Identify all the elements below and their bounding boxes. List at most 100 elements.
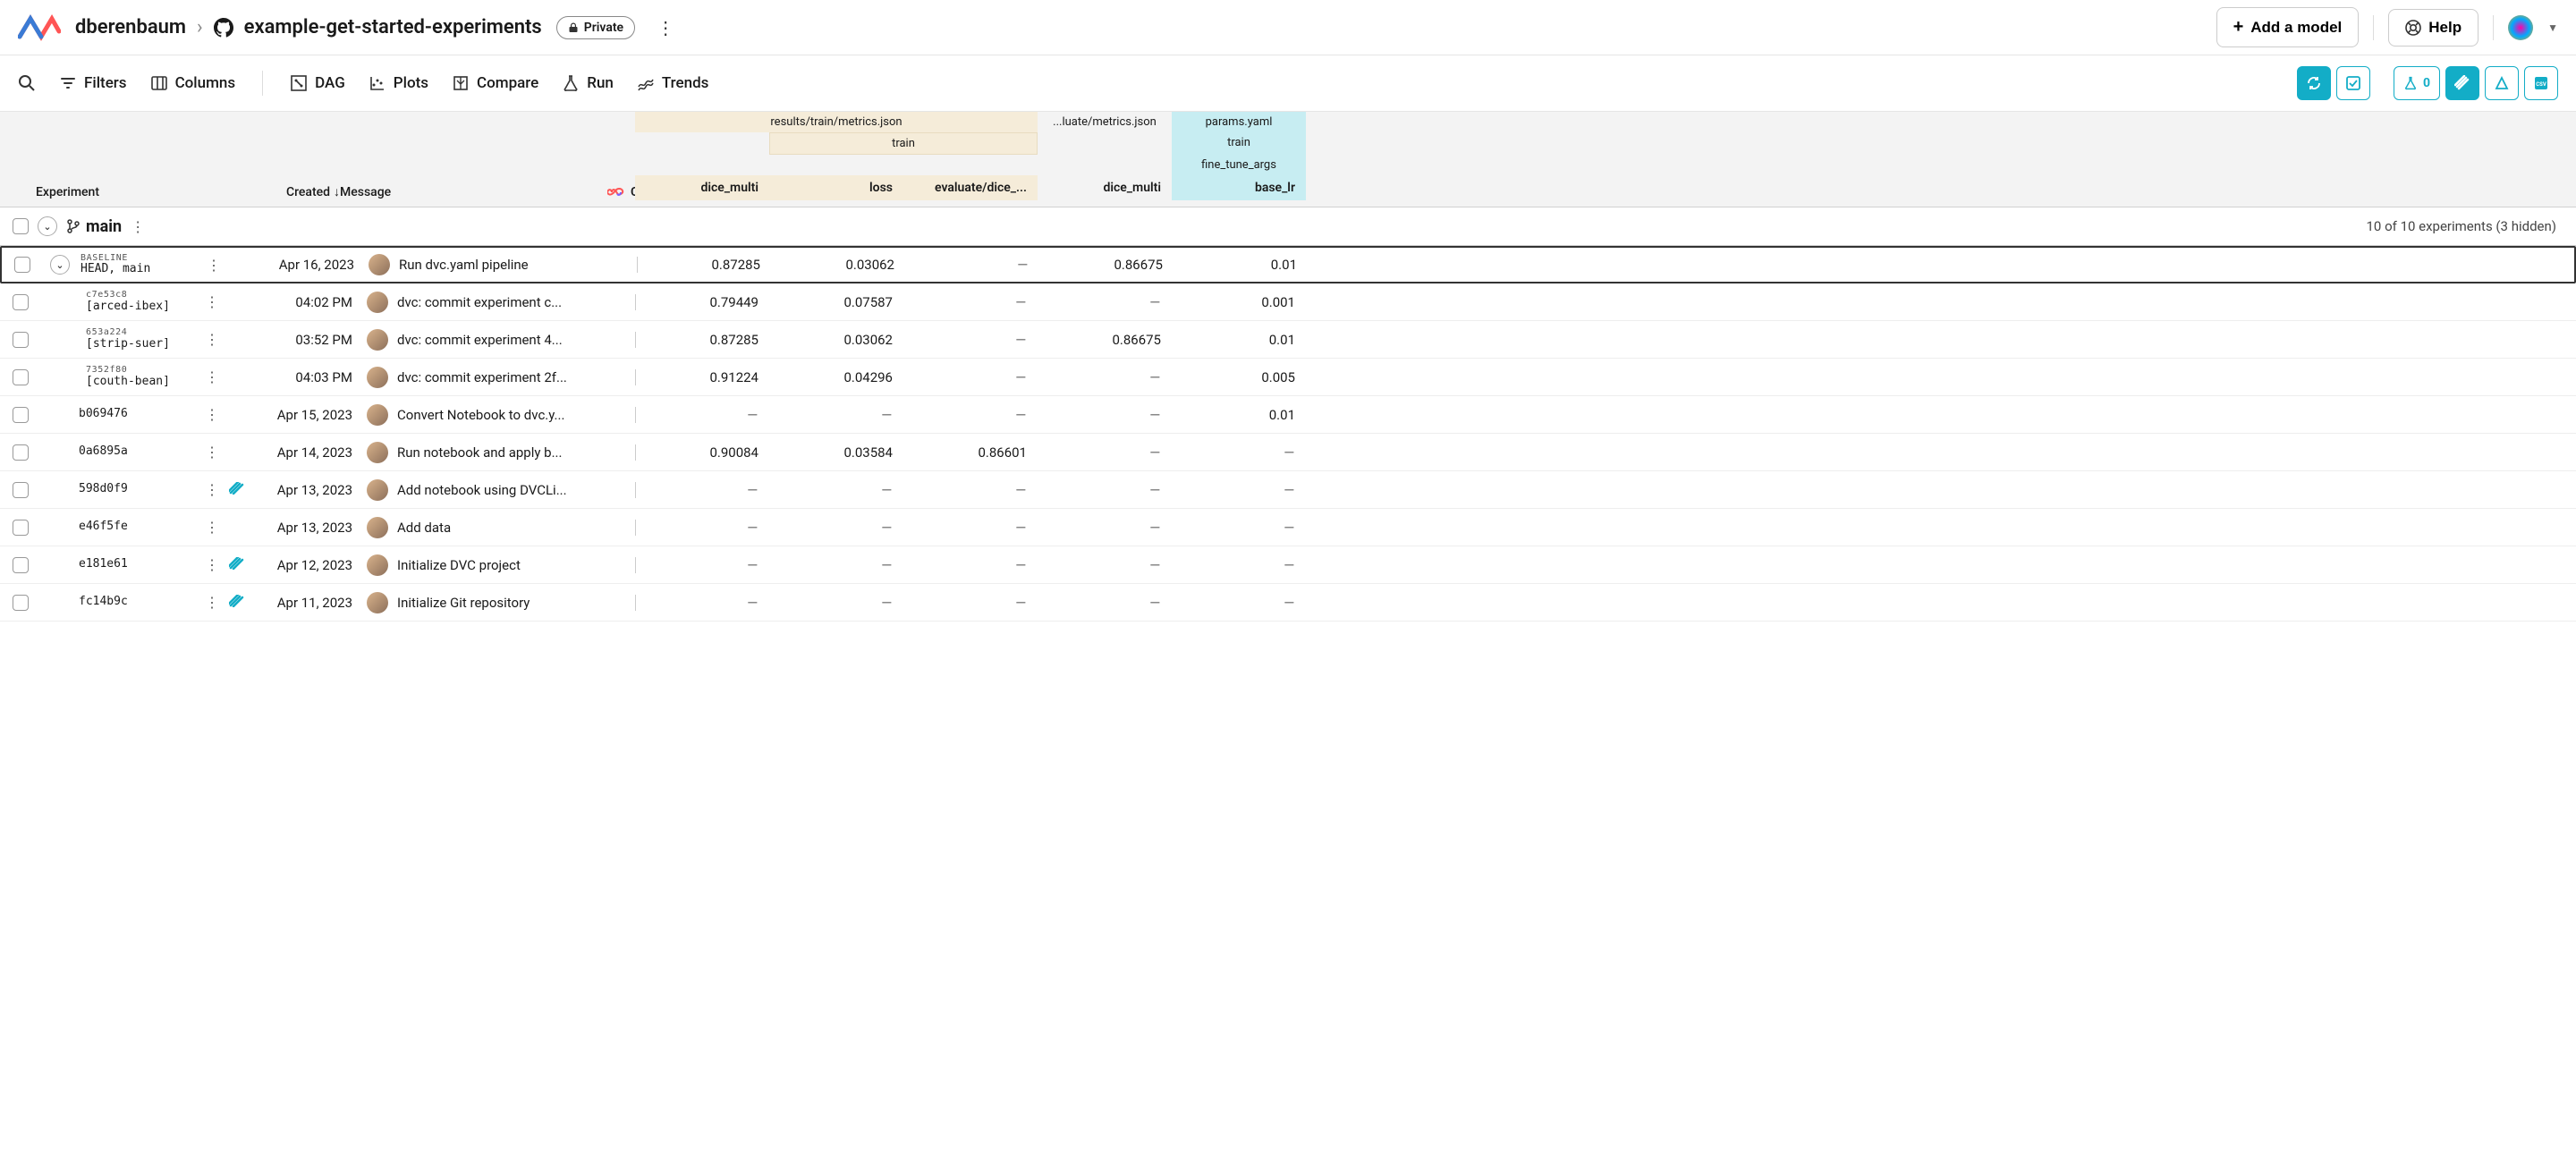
col-sub-train2[interactable]: train xyxy=(1172,132,1306,155)
author-avatar[interactable] xyxy=(367,404,388,426)
search-icon[interactable] xyxy=(18,74,36,92)
table-row[interactable]: e181e61⋮Apr 12, 2023Initialize DVC proje… xyxy=(0,546,2576,584)
experiment-id[interactable]: c7e53c8[arced-ibex] xyxy=(79,290,195,313)
refresh-button[interactable] xyxy=(2297,66,2331,100)
author-avatar[interactable] xyxy=(367,292,388,313)
plots-button[interactable]: Plots xyxy=(369,74,428,92)
breadcrumb-repo[interactable]: example-get-started-experiments xyxy=(244,16,542,38)
author-avatar[interactable] xyxy=(367,442,388,463)
row-message: Run dvc.yaml pipeline xyxy=(399,257,637,273)
delta-button[interactable] xyxy=(2485,66,2519,100)
row-checkbox[interactable] xyxy=(13,520,29,536)
col-experiment[interactable]: Experiment xyxy=(36,185,179,199)
col-group-eval[interactable]: ...luate/metrics.json xyxy=(1038,112,1172,132)
col-dice-multi[interactable]: dice_multi xyxy=(635,175,769,200)
export-csv-button[interactable]: CSV xyxy=(2524,66,2558,100)
row-checkbox[interactable] xyxy=(13,444,29,461)
experiment-id[interactable]: 598d0f9 xyxy=(79,483,195,496)
metric-cell: 0.91224 xyxy=(635,369,769,385)
chevron-down-icon[interactable]: ▼ xyxy=(2547,21,2558,34)
user-avatar[interactable] xyxy=(2508,15,2533,40)
col-group-train[interactable]: results/train/metrics.json xyxy=(635,112,1038,132)
experiment-id[interactable]: 0a6895a xyxy=(79,445,195,459)
help-button[interactable]: Help xyxy=(2388,9,2479,47)
table-row[interactable]: 7352f80[couth-bean]⋮04:03 PMdvc: commit … xyxy=(0,359,2576,396)
row-kebab[interactable]: ⋮ xyxy=(199,406,225,423)
experiment-id[interactable]: fc14b9c xyxy=(79,596,195,609)
run-button[interactable]: Run xyxy=(562,74,614,92)
table-row[interactable]: fc14b9c⋮Apr 11, 2023Initialize Git repos… xyxy=(0,584,2576,622)
row-checkbox[interactable] xyxy=(13,595,29,611)
row-checkbox[interactable] xyxy=(13,369,29,385)
compare-button[interactable]: Compare xyxy=(452,74,538,92)
col-message[interactable]: Message xyxy=(340,185,564,199)
col-loss[interactable]: loss xyxy=(769,175,903,200)
row-kebab[interactable]: ⋮ xyxy=(199,594,225,611)
select-all-button[interactable] xyxy=(2336,66,2370,100)
col-created[interactable]: Created↓ xyxy=(286,184,340,199)
author-avatar[interactable] xyxy=(367,554,388,576)
selected-count[interactable]: 0 xyxy=(2394,66,2440,100)
row-checkbox[interactable] xyxy=(13,482,29,498)
experiment-id-label: fc14b9c xyxy=(79,596,195,609)
row-kebab[interactable]: ⋮ xyxy=(199,293,225,310)
experiment-id[interactable]: BASELINEHEAD, main xyxy=(80,253,197,276)
table-row[interactable]: ⌄BASELINEHEAD, main⋮Apr 16, 2023Run dvc.… xyxy=(0,246,2576,283)
branch-expander[interactable]: ⌄ xyxy=(38,216,57,236)
help-label: Help xyxy=(2428,19,2462,37)
author-avatar[interactable] xyxy=(367,479,388,501)
author-avatar[interactable] xyxy=(367,367,388,388)
author-avatar[interactable] xyxy=(367,329,388,351)
metric-cell: — xyxy=(769,482,903,498)
experiment-id[interactable]: 653a224[strip-suer] xyxy=(79,327,195,351)
row-checkbox[interactable] xyxy=(14,257,30,273)
metric-cell: 0.90084 xyxy=(635,444,769,461)
branch-checkbox[interactable] xyxy=(13,218,29,234)
add-model-button[interactable]: + Add a model xyxy=(2216,7,2360,47)
row-checkbox[interactable] xyxy=(13,332,29,348)
experiment-id[interactable]: e46f5fe xyxy=(79,520,195,534)
row-kebab[interactable]: ⋮ xyxy=(199,444,225,461)
author-avatar[interactable] xyxy=(367,592,388,613)
table-row[interactable]: 653a224[strip-suer]⋮03:52 PMdvc: commit … xyxy=(0,321,2576,359)
metric-cell: — xyxy=(635,520,769,536)
metric-cell: — xyxy=(1172,444,1306,461)
row-checkbox[interactable] xyxy=(13,294,29,310)
row-kebab[interactable]: ⋮ xyxy=(199,556,225,573)
row-checkbox[interactable] xyxy=(13,557,29,573)
repo-menu-kebab[interactable]: ⋮ xyxy=(649,13,682,42)
dag-button[interactable]: DAG xyxy=(290,74,345,92)
experiment-id[interactable]: b069476 xyxy=(79,408,195,421)
breadcrumb-user[interactable]: dberenbaum xyxy=(75,16,186,38)
table-row[interactable]: 0a6895a⋮Apr 14, 2023Run notebook and app… xyxy=(0,434,2576,471)
row-kebab[interactable]: ⋮ xyxy=(199,368,225,385)
table-row[interactable]: e46f5fe⋮Apr 13, 2023Add data————— xyxy=(0,509,2576,546)
experiment-id[interactable]: 7352f80[couth-bean] xyxy=(79,365,195,388)
col-group-params[interactable]: params.yaml xyxy=(1172,112,1306,132)
col-eval-dice[interactable]: evaluate/dice_... xyxy=(903,175,1038,200)
author-avatar[interactable] xyxy=(367,517,388,538)
col-base-lr[interactable]: base_lr xyxy=(1172,175,1306,200)
branch-name[interactable]: main xyxy=(66,217,122,236)
row-kebab[interactable]: ⋮ xyxy=(199,519,225,536)
table-row[interactable]: 598d0f9⋮Apr 13, 2023Add notebook using D… xyxy=(0,471,2576,509)
metric-cell: — xyxy=(903,294,1038,310)
trends-button[interactable]: Trends xyxy=(637,74,709,92)
row-kebab[interactable]: ⋮ xyxy=(199,331,225,348)
col-sub-ftargs[interactable]: fine_tune_args xyxy=(1172,155,1306,175)
branch-kebab[interactable]: ⋮ xyxy=(131,218,145,235)
filters-button[interactable]: Filters xyxy=(59,74,127,92)
studio-button[interactable] xyxy=(2445,66,2479,100)
row-expander[interactable]: ⌄ xyxy=(50,255,70,275)
row-checkbox[interactable] xyxy=(13,407,29,423)
col-dice-multi-2[interactable]: dice_multi xyxy=(1038,175,1172,200)
table-row[interactable]: b069476⋮Apr 15, 2023Convert Notebook to … xyxy=(0,396,2576,434)
author-avatar[interactable] xyxy=(369,254,390,275)
row-kebab[interactable]: ⋮ xyxy=(200,257,227,274)
chevron-right-icon: › xyxy=(197,16,203,38)
row-kebab[interactable]: ⋮ xyxy=(199,481,225,498)
col-sub-train[interactable]: train xyxy=(769,132,1038,155)
experiment-id[interactable]: e181e61 xyxy=(79,558,195,571)
table-row[interactable]: c7e53c8[arced-ibex]⋮04:02 PMdvc: commit … xyxy=(0,283,2576,321)
columns-button[interactable]: Columns xyxy=(150,74,236,92)
